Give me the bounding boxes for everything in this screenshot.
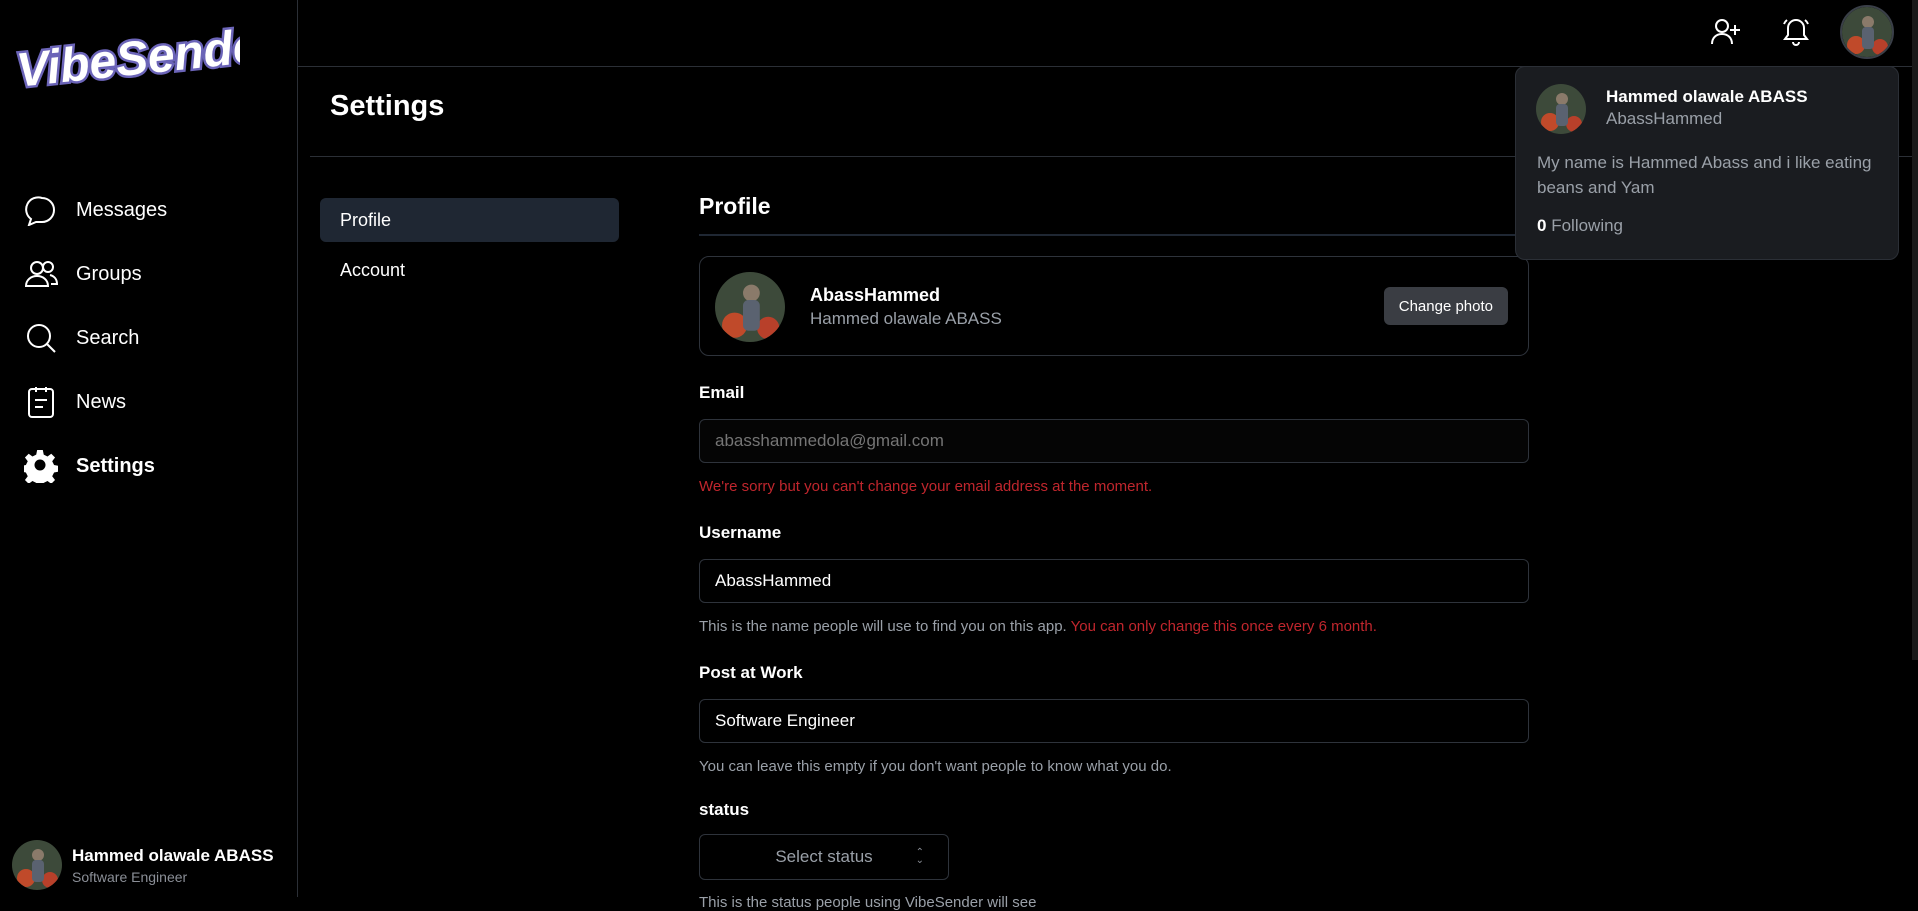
app-logo[interactable]: VibeSender	[10, 18, 240, 98]
sidebar-item-label: Groups	[76, 262, 142, 285]
add-user-icon[interactable]	[1706, 12, 1746, 52]
email-error: We're sorry but you can't change your em…	[699, 478, 1153, 495]
section-title: Profile	[699, 193, 771, 219]
sidebar-item-label: Messages	[76, 198, 168, 221]
status-select-value: Select status	[775, 847, 873, 866]
svg-text:VibeSender: VibeSender	[14, 18, 240, 98]
sidebar: VibeSender Messages Groups Search News S…	[0, 0, 298, 897]
page-title: Settings	[330, 90, 445, 122]
status-select[interactable]: Select status ⌃ ⌄	[699, 834, 949, 880]
sidebar-item-messages[interactable]: Messages	[0, 192, 298, 228]
popover-bio: My name is Hammed Abass and i like eatin…	[1537, 153, 1872, 197]
divider	[699, 234, 1529, 236]
sidebar-item-groups[interactable]: Groups	[0, 256, 298, 292]
avatar	[715, 272, 785, 342]
profile-full-name: Hammed olawale ABASS	[810, 309, 1002, 328]
current-user-role: Software Engineer	[72, 868, 188, 885]
email-label: Email	[699, 383, 745, 402]
sidebar-nav: Messages Groups Search News Settings	[0, 192, 298, 512]
gear-icon	[24, 449, 58, 483]
popover-name: Hammed olawale ABASS	[1606, 87, 1808, 106]
sidebar-item-news[interactable]: News	[0, 384, 298, 420]
post-at-work-field[interactable]	[699, 699, 1529, 743]
post-label: Post at Work	[699, 663, 803, 682]
following-label: Following	[1551, 216, 1624, 235]
username-warning: You can only change this once every 6 mo…	[1070, 618, 1377, 635]
profile-avatar-button[interactable]	[1840, 5, 1894, 59]
clipboard-icon	[24, 385, 58, 419]
sidebar-item-label: Settings	[76, 454, 155, 477]
status-label: status	[699, 800, 750, 819]
current-user-name: Hammed olawale ABASS	[72, 845, 274, 865]
tab-account[interactable]: Account	[320, 248, 619, 292]
search-icon	[24, 321, 58, 355]
username-help: This is the name people will use to find…	[699, 618, 1529, 635]
popover-username: AbassHammed	[1606, 109, 1723, 128]
settings-nav: Profile Account	[320, 198, 619, 298]
email-field[interactable]	[699, 419, 1529, 463]
following-count[interactable]: 0 Following	[1537, 216, 1623, 236]
users-icon	[24, 257, 58, 291]
scrollbar[interactable]	[1912, 0, 1918, 660]
change-photo-button[interactable]: Change photo	[1383, 287, 1508, 325]
tab-profile[interactable]: Profile	[320, 198, 619, 242]
profile-popover: Hammed olawale ABASS AbassHammed My name…	[1515, 66, 1899, 260]
chat-bubble-icon	[24, 193, 58, 227]
post-help: You can leave this empty if you don't wa…	[699, 758, 1172, 775]
username-label: Username	[699, 523, 782, 542]
profile-form: Profile AbassHammed Hammed olawale ABASS…	[699, 190, 1529, 911]
username-field[interactable]	[699, 559, 1529, 603]
profile-card: AbassHammed Hammed olawale ABASS Change …	[699, 256, 1529, 356]
username-help-text: This is the name people will use to find…	[699, 618, 1067, 635]
bell-icon[interactable]	[1776, 12, 1816, 52]
chevron-up-down-icon: ⌃ ⌄	[915, 847, 924, 866]
sidebar-item-settings[interactable]: Settings	[0, 448, 298, 484]
topbar	[298, 0, 1918, 67]
sidebar-item-label: Search	[76, 326, 140, 349]
sidebar-item-label: News	[76, 390, 127, 413]
current-user[interactable]: Hammed olawale ABASS Software Engineer	[12, 840, 274, 890]
sidebar-item-search[interactable]: Search	[0, 320, 298, 356]
profile-username: AbassHammed	[810, 285, 941, 305]
following-number: 0	[1537, 216, 1547, 235]
avatar	[1536, 84, 1586, 134]
avatar	[12, 840, 62, 890]
